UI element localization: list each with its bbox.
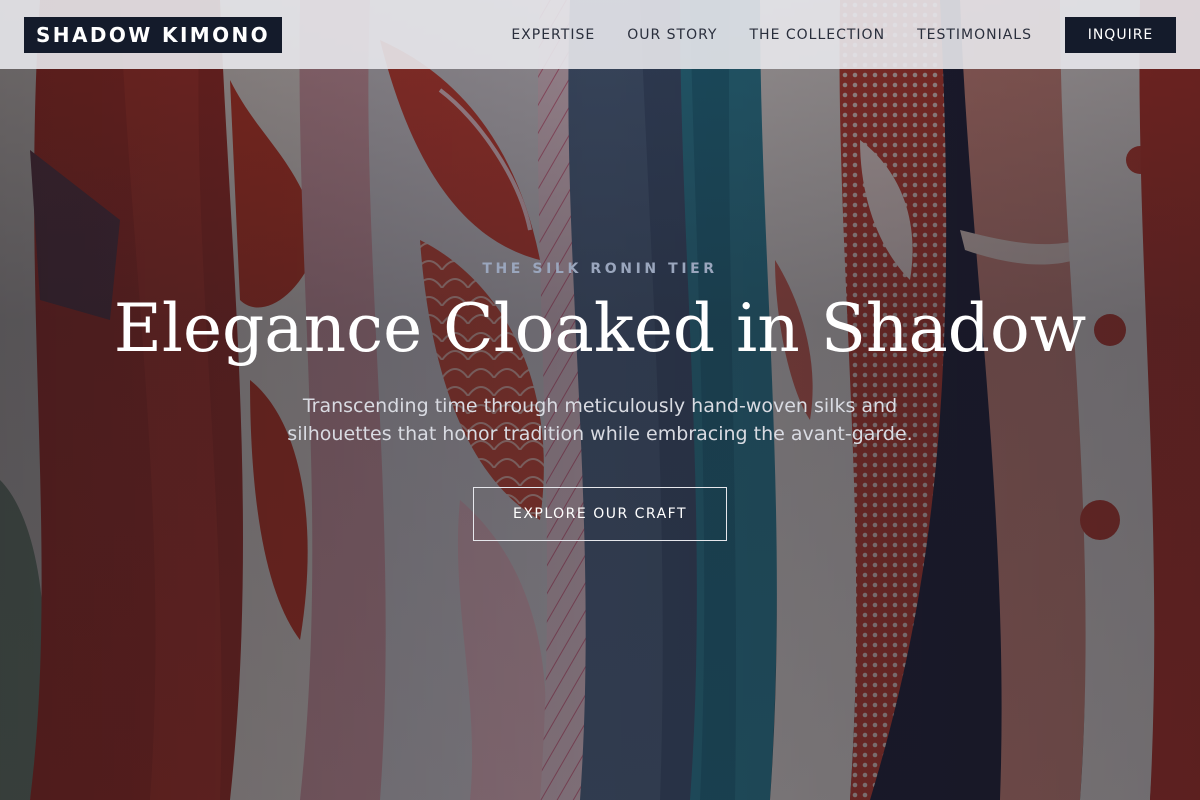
hero-subtitle-line-1: Transcending time through meticulously h… <box>302 395 898 417</box>
hero-title: Elegance Cloaked in Shadow <box>113 290 1087 367</box>
hero-section: THE SILK RONIN TIER Elegance Cloaked in … <box>0 0 1200 800</box>
hero-subtitle-line-2: silhouettes that honor tradition while e… <box>287 423 913 445</box>
hero-eyebrow: THE SILK RONIN TIER <box>482 261 718 277</box>
hero-subtitle: Transcending time through meticulously h… <box>250 392 950 448</box>
explore-craft-button[interactable]: EXPLORE OUR CRAFT <box>473 487 727 541</box>
